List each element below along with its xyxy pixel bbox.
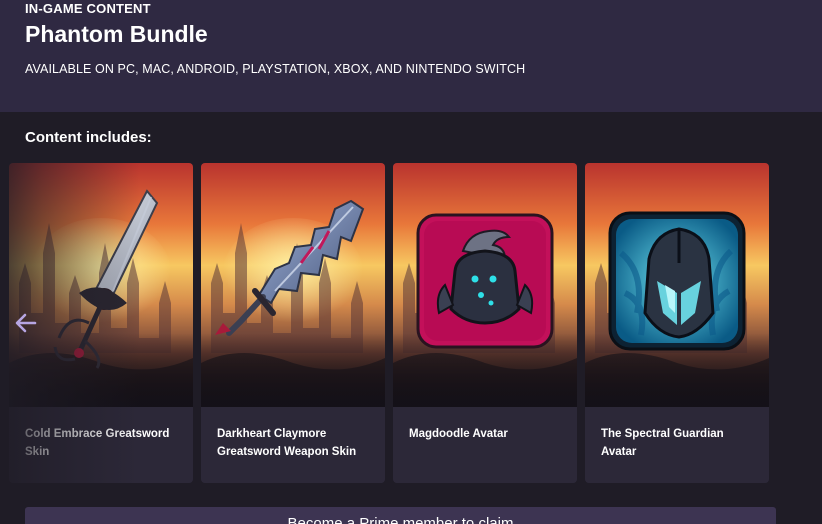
item-title: Magdoodle Avatar — [393, 407, 577, 483]
content-card[interactable]: Darkheart Claymore Greatsword Weapon Ski… — [201, 163, 385, 483]
arrow-left-icon — [15, 313, 37, 333]
item-artwork — [393, 163, 577, 407]
page-title: Phantom Bundle — [25, 21, 208, 47]
item-title-line1: The Spectral Guardian — [601, 428, 724, 440]
content-card[interactable]: Magdoodle Avatar — [393, 163, 577, 483]
avatar-icon — [416, 213, 554, 349]
content-card[interactable]: The Spectral Guardian Avatar — [585, 163, 769, 483]
content-heading: Content includes: — [25, 129, 152, 146]
bundle-header: IN-GAME CONTENT Phantom Bundle AVAILABLE… — [0, 0, 822, 112]
claim-button[interactable]: Become a Prime member to claim — [25, 507, 776, 524]
item-title-line1: Cold Embrace Greatsword — [25, 428, 170, 440]
item-artwork — [201, 163, 385, 407]
carousel-edge — [770, 160, 822, 490]
item-title: Cold Embrace Greatsword Skin — [9, 407, 193, 483]
item-title-line2: Greatsword Weapon Skin — [217, 446, 357, 458]
item-title-line2: Skin — [25, 446, 50, 458]
item-title-line2: Avatar — [601, 446, 637, 458]
item-title: The Spectral Guardian Avatar — [585, 407, 769, 483]
item-artwork — [9, 163, 193, 407]
item-artwork — [585, 163, 769, 407]
avatar-icon — [608, 211, 746, 351]
item-title-line1: Magdoodle Avatar — [409, 428, 508, 440]
item-title-line1: Darkheart Claymore — [217, 428, 327, 440]
item-title: Darkheart Claymore Greatsword Weapon Ski… — [201, 407, 385, 483]
content-type-label: IN-GAME CONTENT — [25, 1, 151, 16]
carousel-prev-button[interactable] — [10, 306, 42, 340]
platform-availability: AVAILABLE ON PC, MAC, ANDROID, PLAYSTATI… — [25, 62, 526, 76]
